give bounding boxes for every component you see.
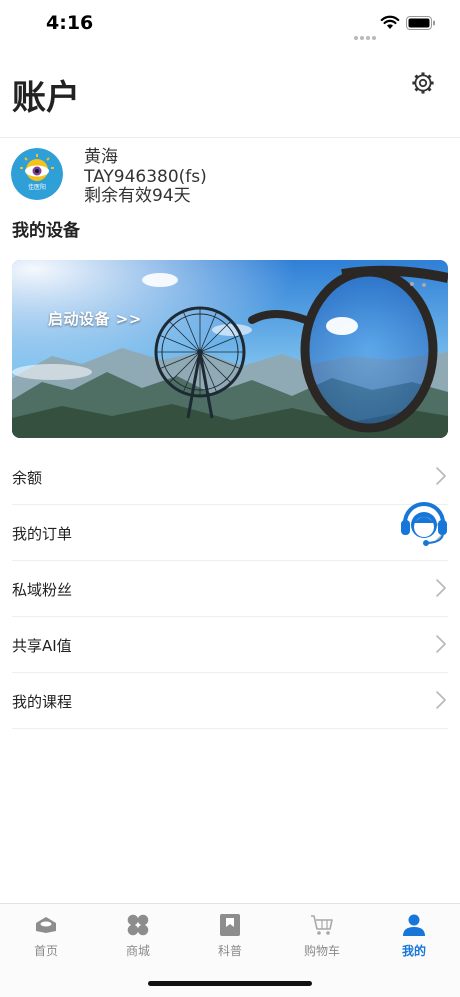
tab-label: 首页 — [33, 944, 58, 958]
status-time: 4:16 — [46, 12, 94, 34]
devices-section-title: 我的设备 — [12, 221, 80, 241]
home-icon — [36, 917, 56, 933]
menu-item-label: 共享AI值 — [12, 637, 72, 655]
tab-mine[interactable]: 我的 — [368, 904, 460, 964]
tab-label: 商城 — [125, 944, 150, 958]
menu-item-private-fans[interactable]: 私域粉丝 — [12, 561, 448, 617]
settings-gear-icon[interactable] — [410, 70, 436, 96]
avatar[interactable]: 佳医阳 — [11, 148, 63, 200]
tab-mall[interactable]: 商城 — [92, 904, 184, 964]
menu-item-courses[interactable]: 我的课程 — [12, 673, 448, 729]
home-indicator — [148, 981, 312, 986]
user-account-id: TAY946380(fs) — [84, 167, 207, 187]
person-icon — [403, 914, 425, 936]
tab-label: 购物车 — [303, 944, 340, 958]
page-title: 账户 — [12, 78, 80, 118]
grid-icon — [127, 914, 149, 936]
menu-item-label: 我的订单 — [12, 525, 73, 543]
cart-icon — [311, 915, 333, 935]
user-name: 黄海 — [84, 147, 118, 167]
wifi-icon — [380, 15, 400, 29]
banner-image — [12, 260, 448, 438]
tab-cart[interactable]: 购物车 — [276, 904, 368, 964]
signal-icon — [354, 25, 378, 44]
menu-item-shared-ai[interactable]: 共享AI值 — [12, 617, 448, 673]
menu-item-label: 余额 — [12, 469, 43, 487]
tab-science[interactable]: 科普 — [184, 904, 276, 964]
avatar-text: 佳医阳 — [28, 183, 46, 191]
chevron-right-icon — [436, 691, 446, 709]
menu-item-label: 我的课程 — [12, 693, 73, 711]
menu-item-orders[interactable]: 我的订单 — [12, 505, 448, 561]
chevron-right-icon — [436, 467, 446, 485]
user-remaining-days: 剩余有效94天 — [84, 186, 191, 206]
bookmark-icon — [220, 914, 240, 936]
battery-icon — [406, 16, 435, 30]
account-menu: 余额 我的订单 私域粉丝 共享AI值 我的课程 — [12, 449, 448, 729]
banner-cta-text: 启动设备 >> — [48, 310, 142, 328]
tab-label: 我的 — [401, 944, 426, 958]
menu-item-label: 私域粉丝 — [12, 581, 73, 599]
avatar-logo-icon: 佳医阳 — [11, 148, 63, 200]
tab-home[interactable]: 首页 — [0, 904, 92, 964]
tab-label: 科普 — [217, 944, 242, 958]
status-bar: 4:16 — [0, 0, 460, 50]
customer-service-icon[interactable] — [398, 496, 450, 548]
menu-item-balance[interactable]: 余额 — [12, 449, 448, 505]
chevron-right-icon — [436, 579, 446, 597]
start-device-banner[interactable]: 启动设备 >> — [12, 260, 448, 438]
header-divider — [0, 137, 460, 138]
chevron-right-icon — [436, 635, 446, 653]
